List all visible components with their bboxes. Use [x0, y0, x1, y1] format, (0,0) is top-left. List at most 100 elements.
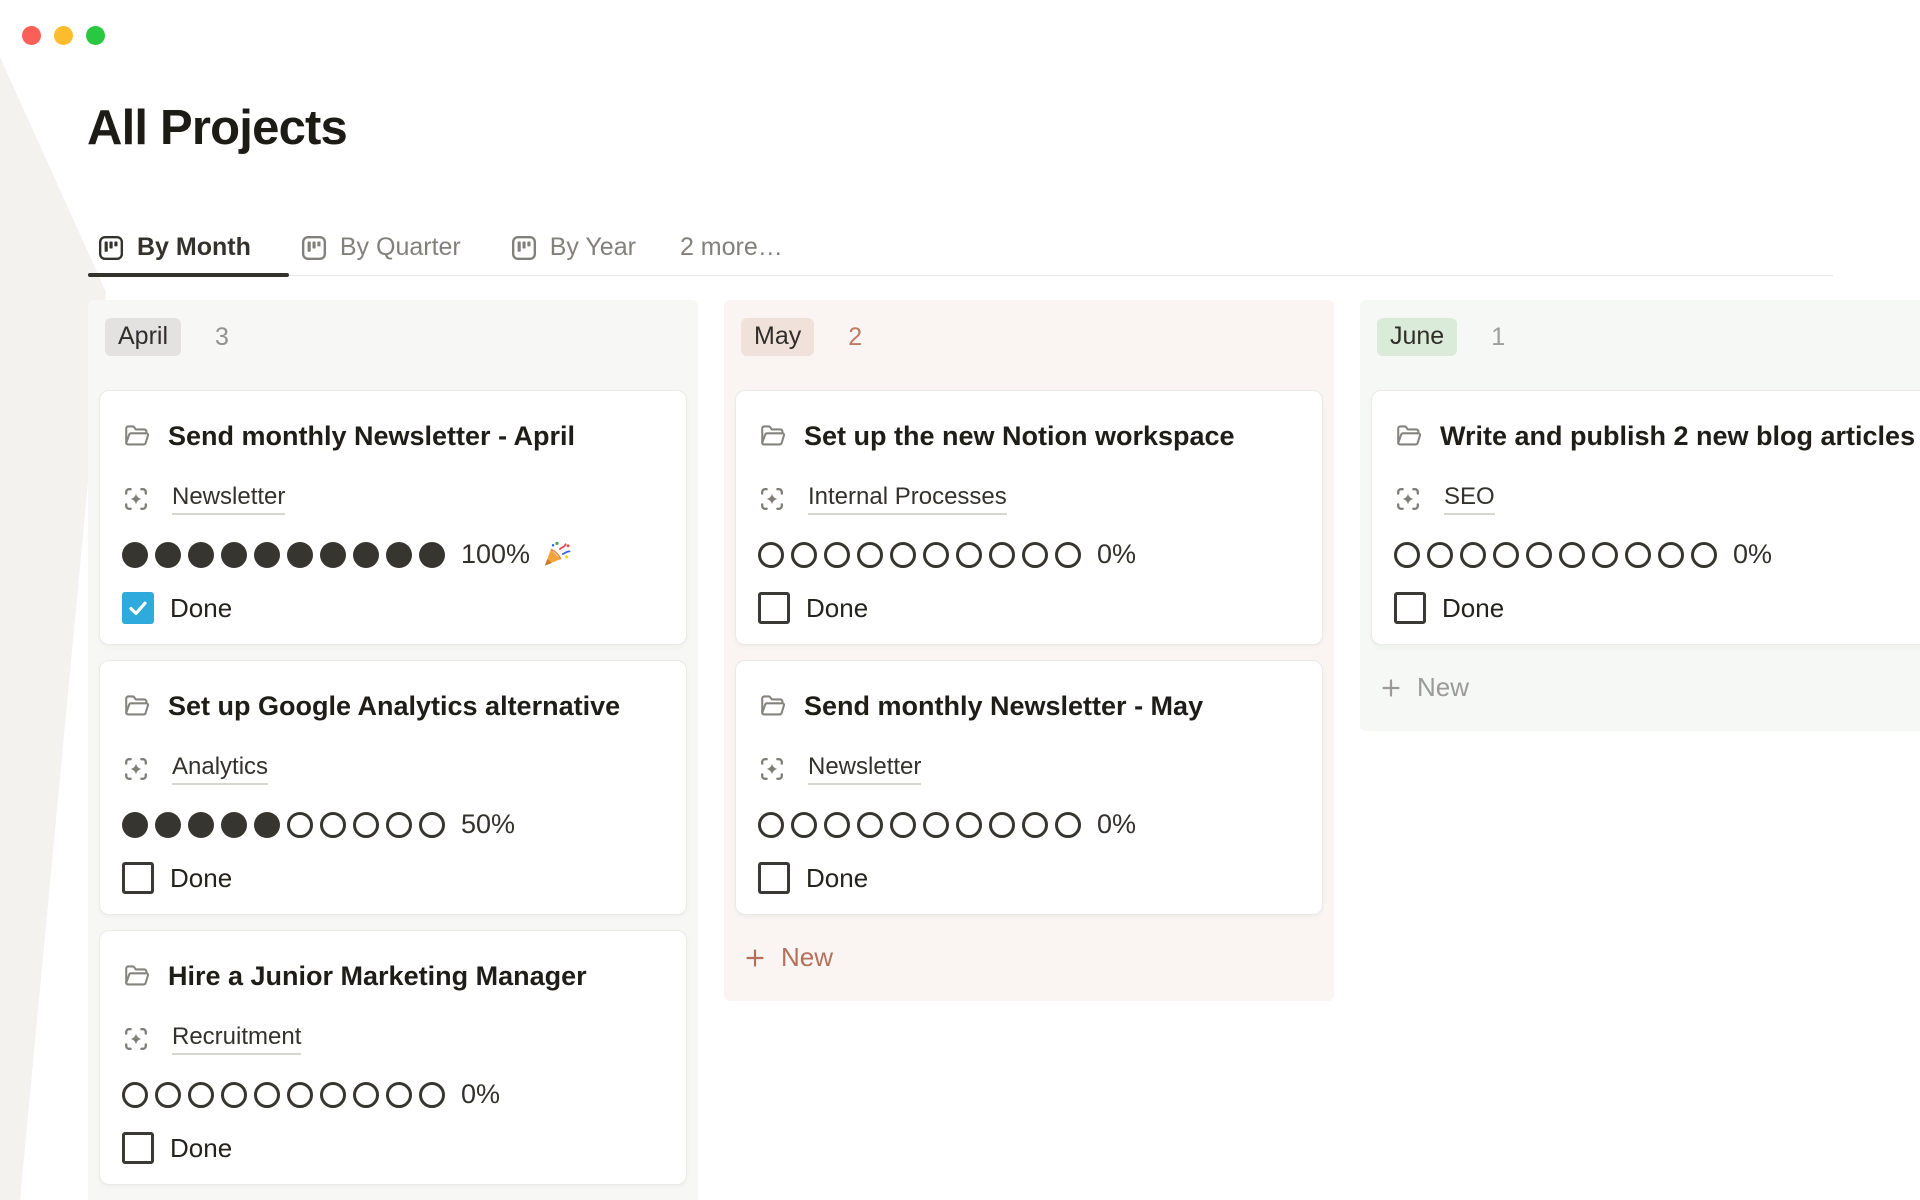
progress-dot	[254, 1082, 280, 1108]
relation-icon	[758, 755, 786, 783]
done-row: Done	[122, 862, 664, 894]
progress-dot	[989, 542, 1015, 568]
done-row: Done	[1394, 592, 1920, 624]
progress-dot	[758, 812, 784, 838]
project-title: Set up Google Analytics alternative	[122, 687, 664, 725]
board-icon	[511, 235, 537, 261]
progress-dot	[857, 542, 883, 568]
progress-dots: 0%	[758, 809, 1300, 840]
progress-dot	[155, 542, 181, 568]
tag-link[interactable]: Internal Processes	[808, 483, 1007, 515]
tab-by-quarter[interactable]: By Quarter	[289, 231, 499, 275]
project-title: Hire a Junior Marketing Manager	[122, 957, 664, 995]
progress-dots: 0%	[758, 539, 1300, 570]
progress-dot	[419, 1082, 445, 1108]
column-count: 2	[848, 323, 862, 352]
done-checkbox[interactable]	[758, 592, 790, 624]
progress-percent: 0%	[1097, 809, 1136, 840]
tab-by-month[interactable]: By Month	[88, 231, 289, 275]
progress-dot	[923, 812, 949, 838]
tag-link[interactable]: SEO	[1444, 483, 1495, 515]
progress-percent: 100%	[461, 539, 530, 570]
tag-link[interactable]: Analytics	[172, 753, 268, 785]
progress-dot	[923, 542, 949, 568]
progress-dot	[353, 1082, 379, 1108]
tag-row: Newsletter	[122, 483, 664, 515]
tab-label: By Month	[137, 233, 251, 262]
new-button[interactable]: New	[1371, 660, 1920, 717]
progress-dot	[791, 542, 817, 568]
progress-dot	[1592, 542, 1618, 568]
new-button[interactable]: New	[735, 930, 1323, 987]
progress-dot	[1055, 812, 1081, 838]
tab-by-year[interactable]: By Year	[499, 231, 674, 275]
progress-dot	[1427, 542, 1453, 568]
tag-row: Internal Processes	[758, 483, 1300, 515]
check-icon	[126, 596, 150, 620]
progress-dot	[353, 812, 379, 838]
done-label: Done	[1442, 593, 1504, 624]
progress-dot	[419, 542, 445, 568]
progress-dot	[1625, 542, 1651, 568]
relation-icon	[122, 755, 150, 783]
progress-dot	[122, 542, 148, 568]
done-checkbox[interactable]	[1394, 592, 1426, 624]
progress-dot	[386, 1082, 412, 1108]
new-button-label: New	[1417, 672, 1469, 703]
column-count: 3	[215, 323, 229, 352]
progress-dot	[824, 542, 850, 568]
open-folder-icon	[122, 691, 151, 720]
done-checkbox[interactable]	[122, 592, 154, 624]
done-checkbox[interactable]	[122, 1132, 154, 1164]
progress-dot	[320, 1082, 346, 1108]
month-badge: May	[741, 318, 814, 356]
tag-link[interactable]: Newsletter	[172, 483, 285, 515]
minimize-button[interactable]	[54, 26, 73, 45]
board: April 3 Send monthly Newsletter - April New…	[88, 300, 1920, 1200]
party-popper-icon	[540, 539, 571, 570]
project-card[interactable]: Write and publish 2 new blog articlesSEO…	[1371, 390, 1920, 645]
tag-link[interactable]: Newsletter	[808, 753, 921, 785]
done-label: Done	[170, 863, 232, 894]
progress-dot	[1460, 542, 1486, 568]
progress-dot	[188, 812, 214, 838]
progress-dot	[155, 1082, 181, 1108]
progress-dot	[122, 1082, 148, 1108]
progress-dot	[221, 542, 247, 568]
progress-dots: 100%	[122, 539, 664, 570]
board-column-may: May 2 Set up the new Notion workspaceInter…	[724, 300, 1334, 1001]
page-title: All Projects	[87, 100, 347, 156]
done-label: Done	[806, 863, 868, 894]
project-card[interactable]: Set up Google Analytics alternative Analy…	[99, 660, 687, 915]
column-header: May 2	[735, 318, 1323, 356]
open-folder-icon	[122, 961, 151, 990]
project-title: Send monthly Newsletter - April	[122, 417, 664, 455]
zoom-button[interactable]	[86, 26, 105, 45]
progress-dot	[857, 812, 883, 838]
progress-dot	[824, 812, 850, 838]
board-icon	[301, 235, 327, 261]
done-checkbox[interactable]	[758, 862, 790, 894]
progress-dot	[1055, 542, 1081, 568]
relation-icon	[758, 485, 786, 513]
tag-row: Newsletter	[758, 753, 1300, 785]
done-row: Done	[122, 592, 664, 624]
board-column-april: April 3 Send monthly Newsletter - April New…	[88, 300, 698, 1200]
project-card[interactable]: Send monthly Newsletter - April Newslette…	[99, 390, 687, 645]
tab-label: By Year	[550, 233, 636, 262]
project-title: Send monthly Newsletter - May	[758, 687, 1300, 725]
done-checkbox[interactable]	[122, 862, 154, 894]
progress-dot	[122, 812, 148, 838]
tab-more-views[interactable]: 2 more…	[674, 231, 821, 275]
progress-dot	[956, 542, 982, 568]
close-button[interactable]	[22, 26, 41, 45]
project-card[interactable]: Set up the new Notion workspaceInternal …	[735, 390, 1323, 645]
project-card[interactable]: Hire a Junior Marketing Manager Recruitme…	[99, 930, 687, 1185]
progress-dots: 0%	[122, 1079, 664, 1110]
open-folder-icon	[122, 421, 151, 450]
month-badge: April	[105, 318, 181, 356]
progress-percent: 0%	[1733, 539, 1772, 570]
tag-link[interactable]: Recruitment	[172, 1023, 301, 1055]
tab-label: By Quarter	[340, 233, 461, 262]
project-card[interactable]: Send monthly Newsletter - May Newsletter 0…	[735, 660, 1323, 915]
